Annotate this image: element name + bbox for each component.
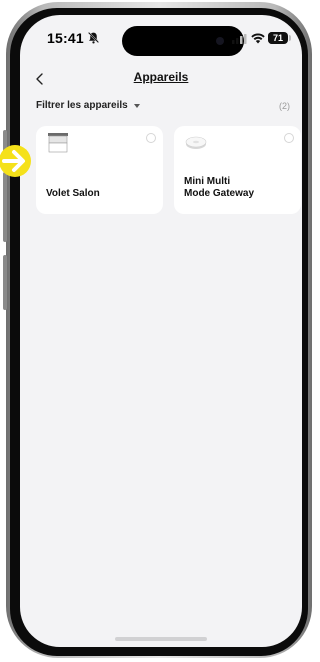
pointer-arrow-icon <box>0 145 31 177</box>
signal-icon <box>232 34 247 44</box>
filter-label: Filtrer les appareils <box>36 100 128 111</box>
card-select-radio[interactable] <box>284 133 294 143</box>
bell-muted-icon <box>87 31 100 44</box>
device-name: Volet Salon <box>46 188 100 199</box>
device-card-volet-salon[interactable]: Volet Salon <box>36 126 163 214</box>
status-bar: 15:41 71 <box>20 15 302 56</box>
status-time: 15:41 <box>47 30 84 46</box>
volume-down-button <box>3 172 7 242</box>
shutter-icon <box>48 133 68 153</box>
filter-dropdown[interactable]: Filtrer les appareils <box>36 100 140 111</box>
battery-tip <box>289 35 291 41</box>
card-select-radio[interactable] <box>146 133 156 143</box>
device-card-gateway[interactable]: Mini Multi Mode Gateway <box>174 126 301 214</box>
side-button <box>3 255 7 310</box>
home-indicator <box>115 637 207 641</box>
wifi-icon <box>251 33 265 44</box>
page-title: Appareils <box>133 70 189 84</box>
app-screen: 15:41 71 Appareils Filtrer les appareils… <box>20 15 302 647</box>
caret-down-icon <box>133 103 140 108</box>
front-camera <box>216 37 224 45</box>
header: Appareils <box>20 67 302 91</box>
battery-percent: 71 <box>272 33 283 43</box>
device-count: (2) <box>279 101 290 111</box>
device-name: Mini Multi Mode Gateway <box>184 176 255 199</box>
gateway-icon <box>185 136 207 149</box>
dynamic-island <box>122 26 244 56</box>
battery-icon: 71 <box>268 32 288 44</box>
